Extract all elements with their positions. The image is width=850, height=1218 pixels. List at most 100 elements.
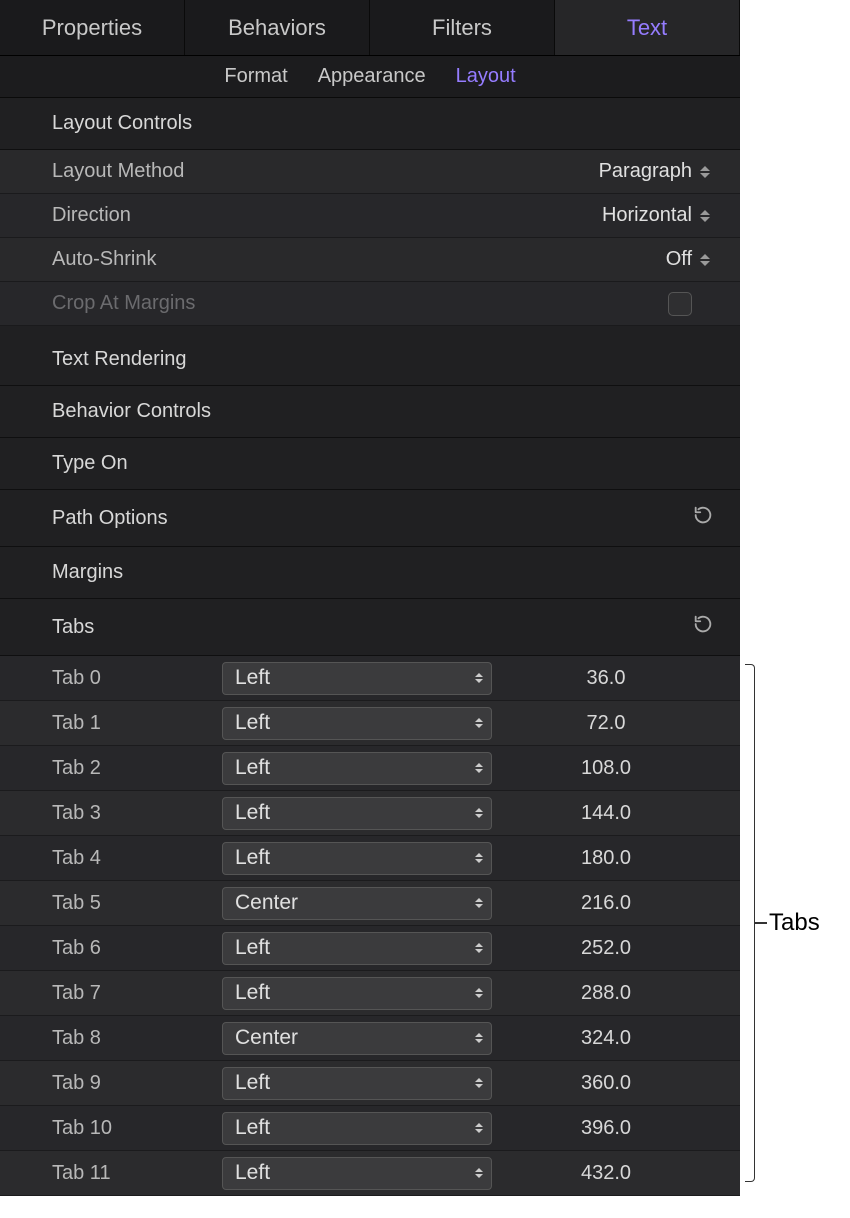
- dropdown-value: Left: [235, 1116, 270, 1140]
- row-auto-shrink: Auto-Shrink Off: [0, 238, 740, 282]
- tab-position-value[interactable]: 396.0: [492, 1117, 700, 1140]
- value-auto-shrink: Off: [666, 248, 692, 271]
- tab-label: Tab 2: [52, 757, 222, 780]
- value-layout-method: Paragraph: [599, 160, 692, 183]
- callout-label: Tabs: [769, 909, 820, 937]
- section-title: Tabs: [52, 616, 94, 639]
- section-title: Path Options: [52, 507, 168, 530]
- tab-align-dropdown[interactable]: Left: [222, 977, 492, 1010]
- tab-position-value[interactable]: 144.0: [492, 802, 700, 825]
- tab-row: Tab 10Left396.0: [0, 1106, 740, 1151]
- dropdown-value: Left: [235, 981, 270, 1005]
- sub-tab-appearance[interactable]: Appearance: [318, 65, 426, 88]
- label-direction: Direction: [52, 204, 252, 227]
- tab-position-value[interactable]: 72.0: [492, 712, 700, 735]
- dropdown-value: Left: [235, 801, 270, 825]
- section-title: Text Rendering: [52, 348, 187, 371]
- tab-label: Tab 9: [52, 1072, 222, 1095]
- tab-row: Tab 9Left360.0: [0, 1061, 740, 1106]
- tab-properties[interactable]: Properties: [0, 0, 185, 55]
- stepper-icon: [475, 1168, 483, 1178]
- tab-label: Tab 8: [52, 1027, 222, 1050]
- row-direction: Direction Horizontal: [0, 194, 740, 238]
- tab-align-dropdown[interactable]: Left: [222, 707, 492, 740]
- tab-align-dropdown[interactable]: Left: [222, 752, 492, 785]
- section-behavior-controls[interactable]: Behavior Controls: [0, 386, 740, 438]
- popup-direction[interactable]: Horizontal: [252, 204, 714, 227]
- section-title: Layout Controls: [52, 112, 192, 135]
- dropdown-value: Left: [235, 1161, 270, 1185]
- dropdown-value: Center: [235, 1026, 298, 1050]
- tab-align-dropdown[interactable]: Left: [222, 842, 492, 875]
- tab-align-dropdown[interactable]: Left: [222, 932, 492, 965]
- tab-position-value[interactable]: 216.0: [492, 892, 700, 915]
- dropdown-value: Left: [235, 756, 270, 780]
- tab-filters[interactable]: Filters: [370, 0, 555, 55]
- sub-tab-format[interactable]: Format: [224, 65, 287, 88]
- tab-position-value[interactable]: 36.0: [492, 667, 700, 690]
- section-tabs[interactable]: Tabs: [0, 599, 740, 656]
- tab-label: Tab 7: [52, 982, 222, 1005]
- popup-auto-shrink[interactable]: Off: [252, 248, 714, 271]
- tab-label: Tab 11: [52, 1162, 222, 1185]
- tab-row: Tab 8 Center 324.0: [0, 1016, 740, 1061]
- reset-icon[interactable]: [692, 504, 714, 532]
- section-title: Margins: [52, 561, 123, 584]
- tab-label: Tab 0: [52, 667, 222, 690]
- row-crop-at-margins: Crop At Margins: [0, 282, 740, 326]
- dropdown-value: Left: [235, 846, 270, 870]
- row-layout-method: Layout Method Paragraph: [0, 150, 740, 194]
- tab-label: Tab 4: [52, 847, 222, 870]
- tab-row: Tab 1 Left 72.0: [0, 701, 740, 746]
- tab-row: Tab 4 Left 180.0: [0, 836, 740, 881]
- tab-position-value[interactable]: 432.0: [492, 1162, 700, 1185]
- stepper-icon: [475, 853, 483, 863]
- tab-align-dropdown[interactable]: Left: [222, 1157, 492, 1190]
- section-type-on[interactable]: Type On: [0, 438, 740, 490]
- tabs-list: Tab 0Left36.0Tab 1Left72.0Tab 2Left108.0…: [0, 656, 740, 1196]
- stepper-icon: [475, 763, 483, 773]
- sub-tab-layout[interactable]: Layout: [456, 65, 516, 88]
- tab-align-dropdown[interactable]: Center: [222, 1022, 492, 1055]
- stepper-icon: [700, 161, 714, 183]
- reset-icon[interactable]: [692, 613, 714, 641]
- tab-label: Tab 1: [52, 712, 222, 735]
- tab-position-value[interactable]: 108.0: [492, 757, 700, 780]
- tab-row: Tab 11 Left 432.0: [0, 1151, 740, 1196]
- popup-layout-method[interactable]: Paragraph: [252, 160, 714, 183]
- main-tab-bar: Properties Behaviors Filters Text: [0, 0, 740, 56]
- tab-position-value[interactable]: 252.0: [492, 937, 700, 960]
- tab-align-dropdown[interactable]: Left: [222, 797, 492, 830]
- section-margins[interactable]: Margins: [0, 547, 740, 599]
- tab-align-dropdown[interactable]: Center: [222, 887, 492, 920]
- tab-align-dropdown[interactable]: Left: [222, 1112, 492, 1145]
- tab-row: Tab 7 Left 288.0: [0, 971, 740, 1016]
- dropdown-value: Left: [235, 711, 270, 735]
- tab-row: Tab 3 Left 144.0: [0, 791, 740, 836]
- tab-behaviors[interactable]: Behaviors: [185, 0, 370, 55]
- tab-align-dropdown[interactable]: Left: [222, 1067, 492, 1100]
- section-path-options[interactable]: Path Options: [0, 490, 740, 547]
- tab-position-value[interactable]: 180.0: [492, 847, 700, 870]
- tab-align-dropdown[interactable]: Left: [222, 662, 492, 695]
- stepper-icon: [475, 988, 483, 998]
- section-title: Type On: [52, 452, 128, 475]
- tab-label: Tab 3: [52, 802, 222, 825]
- tab-position-value[interactable]: 288.0: [492, 982, 700, 1005]
- dropdown-value: Left: [235, 936, 270, 960]
- tab-row: Tab 5Center216.0: [0, 881, 740, 926]
- stepper-icon: [475, 943, 483, 953]
- section-text-rendering[interactable]: Text Rendering: [0, 334, 740, 386]
- callout-tabs: Tabs: [745, 664, 820, 1182]
- label-crop-at-margins: Crop At Margins: [52, 292, 252, 315]
- tab-position-value[interactable]: 360.0: [492, 1072, 700, 1095]
- tab-text[interactable]: Text: [555, 0, 740, 55]
- stepper-icon: [475, 898, 483, 908]
- stepper-icon: [475, 1033, 483, 1043]
- stepper-icon: [700, 205, 714, 227]
- dropdown-value: Center: [235, 891, 298, 915]
- inspector-panel: Properties Behaviors Filters Text Format…: [0, 0, 740, 1196]
- tab-position-value[interactable]: 324.0: [492, 1027, 700, 1050]
- section-layout-controls[interactable]: Layout Controls: [0, 98, 740, 150]
- tab-label: Tab 6: [52, 937, 222, 960]
